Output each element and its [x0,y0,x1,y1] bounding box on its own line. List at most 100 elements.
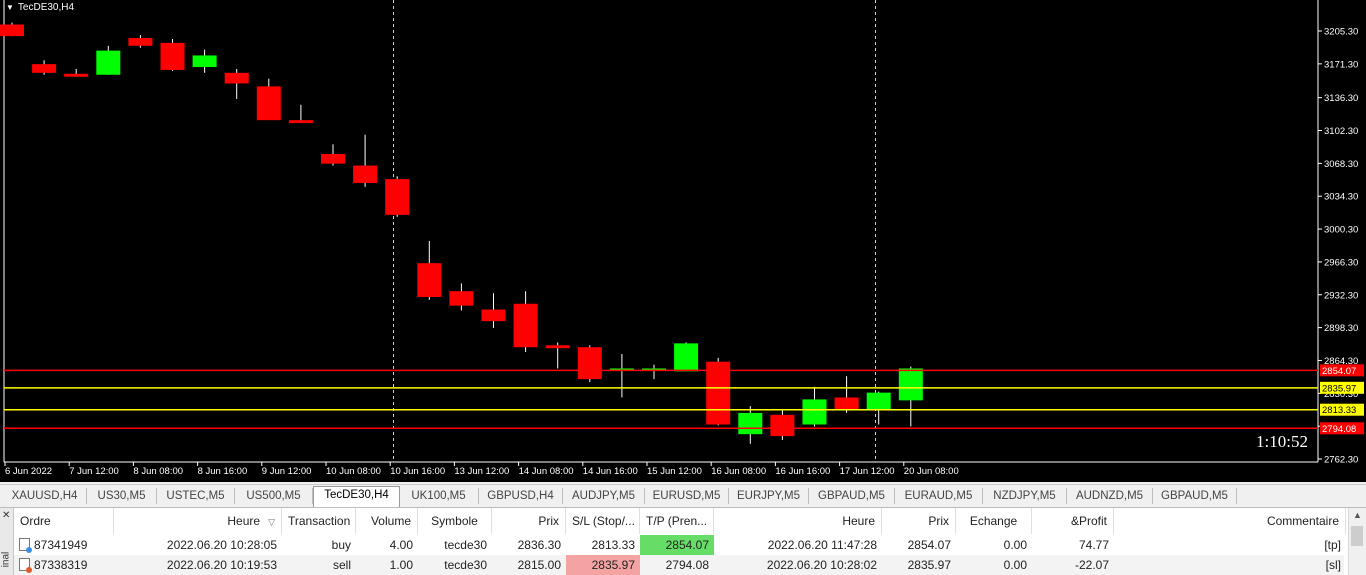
column-header[interactable]: T/P (Pren... [640,508,714,534]
time-tick-label: 7 Jun 12:00 [69,466,119,477]
cell-symbole: tecde30 [444,538,487,552]
chart-tab[interactable]: GBPUSD,H4 [479,488,563,504]
bear-candle [706,361,731,425]
terminal-panel: ✕ inal Ordre Heure ▽ Transaction Volume Symbo… [0,507,1366,575]
column-header[interactable]: S/L (Stop/... [566,508,640,534]
bull-candle [802,399,827,425]
cell-echange: 0.00 [1003,538,1027,552]
price-level-label: 2813.33 [1322,405,1356,416]
bear-candle [513,303,538,348]
cell-heure2: 2022.06.20 10:28:02 [766,558,877,572]
column-header-label: Volume [370,514,411,528]
column-header[interactable]: Commentaire [1114,508,1346,534]
bull-candle [866,392,891,411]
bear-candle [834,397,859,411]
time-tick-label: 9 Jun 12:00 [262,466,312,477]
cell-echange: 0.00 [1003,558,1027,572]
bear-candle [385,179,410,215]
buy-order-icon [19,538,32,553]
column-header-label: Ordre [20,514,51,528]
vertical-scrollbar[interactable]: ▲ [1348,508,1366,575]
bear-candle [417,263,442,297]
chart-tab[interactable]: USTEC,M5 [157,488,235,504]
time-tick-label: 16 Jun 08:00 [711,466,766,477]
column-header-label: S/L (Stop/... [572,514,635,528]
bull-candle [738,412,763,435]
order-number: 87338319 [34,558,88,572]
cell-transaction: sell [332,558,351,572]
column-header[interactable]: Echange [956,508,1032,534]
cell-sl: 2835.97 [566,555,640,575]
column-header[interactable]: Volume [356,508,418,534]
chart-tab[interactable]: EURAUD,M5 [895,488,983,504]
chart-tab[interactable]: US500,M5 [235,488,313,504]
chart-tab[interactable]: AUDJPY,M5 [563,488,645,504]
column-header-label: &Profit [1070,514,1107,528]
table-row[interactable]: 87338319 2022.06.20 10:19:53 sell 1.00 tecde… [14,555,1344,575]
chart-tab-bar: XAUUSD,H4 US30,M5 USTEC,M5 US500,M5 TecDE30,… [0,484,1366,507]
column-header[interactable]: &Profit [1032,508,1114,534]
cell-prix2: 2854.07 [907,538,951,552]
bear-candle [64,73,89,77]
close-icon[interactable]: ✕ [2,510,10,521]
chart-area[interactable]: 3205.30 3171.30 3136.30 3102.30 3068.30 3034.… [0,0,1366,482]
chart-tab[interactable]: UK100,M5 [399,488,479,504]
column-header-label: Symbole [431,514,478,528]
time-tick-label: 6 Jun 2022 [5,466,52,477]
column-header-label: Heure [842,514,875,528]
column-header-label: Prix [538,514,559,528]
chart-tab[interactable]: US30,M5 [87,488,157,504]
price-tick-label: 2932.30 [1324,290,1358,301]
chart-tab[interactable]: NZDJPY,M5 [983,488,1067,504]
chart-tab[interactable]: XAUUSD,H4 [3,488,87,504]
bear-candle [577,347,602,380]
time-tick-label: 10 Jun 08:00 [326,466,381,477]
column-header-label: Prix [928,514,949,528]
cell-ordre: 87341949 [14,535,114,555]
column-header[interactable]: Transaction [282,508,356,534]
time-tick-label: 8 Jun 16:00 [198,466,248,477]
chart-tab[interactable]: GBPAUD,M5 [1153,488,1237,504]
scrollbar-thumb[interactable] [1351,526,1363,546]
bear-candle [449,291,474,306]
column-header[interactable]: Ordre [14,508,114,534]
column-header[interactable]: Prix [882,508,956,534]
bull-candle [898,368,923,401]
price-chart[interactable]: 3205.30 3171.30 3136.30 3102.30 3068.30 3034.… [0,0,1366,482]
bear-candle [288,120,313,124]
time-tick-label: 10 Jun 16:00 [390,466,445,477]
scroll-up-icon[interactable]: ▲ [1353,510,1362,520]
price-tick-label: 3102.30 [1324,126,1358,137]
column-header-label: Echange [969,514,1018,528]
chart-tab[interactable]: GBPAUD,M5 [809,488,895,504]
time-tick-label: 16 Jun 16:00 [775,466,830,477]
bear-candle [128,38,153,46]
column-header-label: T/P (Pren... [646,514,708,528]
cell-commentaire: [tp] [1324,538,1341,552]
cell-transaction: buy [331,538,351,552]
bear-candle [32,64,57,73]
cell-commentaire: [sl] [1325,558,1341,572]
bear-candle [160,42,185,70]
column-header[interactable]: Symbole [418,508,492,534]
chart-tab[interactable]: AUDNZD,M5 [1067,488,1153,504]
bear-candle [353,165,378,183]
bear-candle [0,24,24,37]
time-tick-label: 15 Jun 12:00 [647,466,702,477]
chart-tab[interactable]: EURUSD,M5 [645,488,729,504]
chart-tab[interactable]: EURJPY,M5 [729,488,809,504]
chart-menu-icon[interactable]: ▼ [6,3,14,12]
table-row[interactable]: 87341949 2022.06.20 10:28:05 buy 4.00 tecde3… [14,535,1344,555]
column-header-label: Transaction [288,514,351,528]
chart-tab[interactable]: TecDE30,H4 [313,486,400,507]
cell-profit: 74.77 [1078,538,1109,552]
bear-candle [770,414,795,437]
cell-symbole: tecde30 [444,558,487,572]
column-header[interactable]: Prix [492,508,566,534]
chart-symbol-label: TecDE30,H4 [17,2,75,13]
cell-volume: 4.00 [389,538,413,552]
price-tick-label: 3000.30 [1324,225,1358,236]
column-header[interactable]: Heure [714,508,882,534]
column-header[interactable]: Heure ▽ [114,508,282,534]
price-level-label: 2794.08 [1322,424,1356,435]
